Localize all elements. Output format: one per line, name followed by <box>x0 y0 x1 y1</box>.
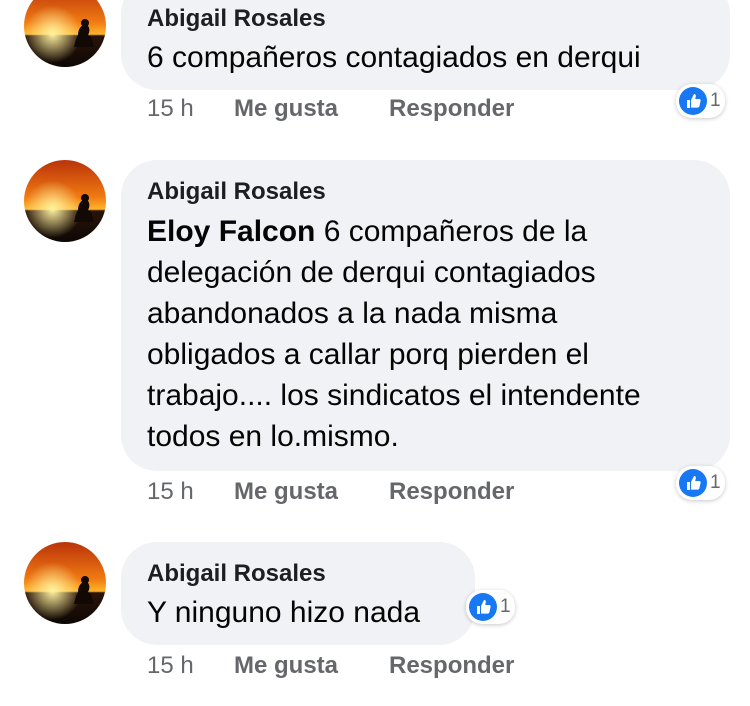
timestamp[interactable]: 15 h <box>147 478 234 506</box>
comment-bubble: Abigail Rosales Eloy Falcon 6 compañeros… <box>121 160 730 471</box>
reaction-count: 1 <box>710 90 721 111</box>
comment-text: Y ninguno hizo nada <box>147 596 421 629</box>
thumbs-up-icon <box>679 87 707 115</box>
comment-actions: 15 h Me gusta Responder <box>147 95 514 123</box>
reaction-count: 1 <box>500 596 511 617</box>
comment-line: abandonados a la nada misma <box>147 297 558 330</box>
comment-line-text: 6 compañeros de la <box>323 215 588 248</box>
comment-text: Eloy Falcon 6 compañeros de la delegació… <box>147 211 704 457</box>
reaction-badge[interactable]: 1 <box>466 590 515 624</box>
reaction-badge[interactable]: 1 <box>676 466 725 500</box>
comment-line: Eloy Falcon 6 compañeros de la <box>147 211 704 252</box>
comment-line: todos en lo.mismo. <box>147 420 399 453</box>
comment-bubble: Abigail Rosales 6 compañeros contagiados… <box>121 0 730 90</box>
author-name[interactable]: Abigail Rosales <box>147 5 704 33</box>
reaction-count: 1 <box>710 472 721 493</box>
like-button[interactable]: Me gusta <box>234 652 389 680</box>
comment-line: delegación de derqui contagiados <box>147 256 596 289</box>
avatar[interactable] <box>24 0 106 67</box>
thumbs-up-icon <box>679 469 707 497</box>
like-button[interactable]: Me gusta <box>234 478 389 506</box>
comment-actions: 15 h Me gusta Responder <box>147 478 514 506</box>
reply-button[interactable]: Responder <box>389 478 514 506</box>
comment-line: obligados a callar porq pierden el <box>147 338 589 371</box>
comment-line: trabajo.... los sindicatos el intendente <box>147 379 641 412</box>
timestamp[interactable]: 15 h <box>147 652 234 680</box>
sunset-avatar-icon <box>24 160 106 242</box>
author-name[interactable]: Abigail Rosales <box>147 560 449 588</box>
comment-text: 6 compañeros contagiados en derqui <box>147 41 641 74</box>
comment-actions: 15 h Me gusta Responder <box>147 652 514 680</box>
mentioned-user[interactable]: Eloy Falcon <box>147 215 315 248</box>
reply-button[interactable]: Responder <box>389 95 514 123</box>
avatar[interactable] <box>24 542 106 624</box>
avatar[interactable] <box>24 160 106 242</box>
thumbs-up-icon <box>469 593 497 621</box>
sunset-avatar-icon <box>24 0 106 67</box>
like-button[interactable]: Me gusta <box>234 95 389 123</box>
reply-button[interactable]: Responder <box>389 652 514 680</box>
comment-bubble: Abigail Rosales Y ninguno hizo nada <box>121 542 475 645</box>
reaction-badge[interactable]: 1 <box>676 84 725 118</box>
author-name[interactable]: Abigail Rosales <box>147 178 704 206</box>
timestamp[interactable]: 15 h <box>147 95 234 123</box>
sunset-avatar-icon <box>24 542 106 624</box>
